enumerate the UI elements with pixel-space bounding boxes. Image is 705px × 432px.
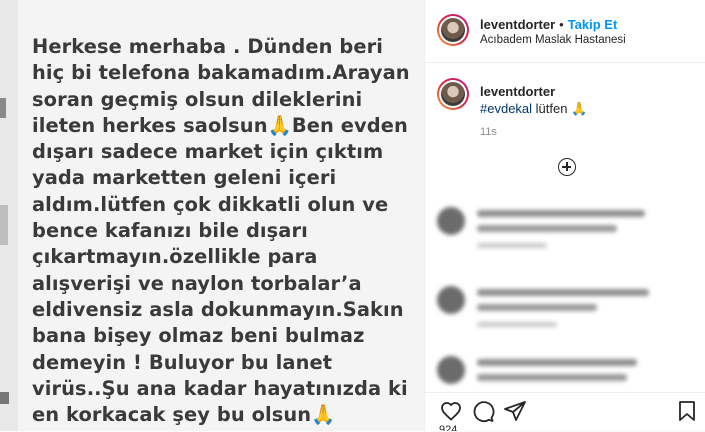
caption-username[interactable]: leventdorter bbox=[480, 84, 555, 99]
post-header: leventdorter • Takip Et Acıbadem Maslak Ha… bbox=[425, 0, 705, 63]
comment-icon[interactable] bbox=[471, 399, 495, 423]
post-image[interactable]: Herkese merhaba . Dünden beri hiç bi tel… bbox=[18, 0, 424, 431]
hashtag-link[interactable]: #evdekal bbox=[480, 101, 532, 116]
post-side-panel: leventdorter • Takip Et Acıbadem Maslak Ha… bbox=[424, 0, 705, 431]
heart-icon[interactable] bbox=[439, 399, 463, 423]
caption-time: 11s bbox=[480, 126, 497, 138]
bookmark-icon[interactable] bbox=[675, 399, 699, 423]
likes-count[interactable]: 924 beğenme bbox=[439, 424, 499, 431]
follow-button[interactable]: Takip Et bbox=[568, 17, 618, 32]
share-icon[interactable] bbox=[503, 399, 527, 423]
background-fragment bbox=[0, 205, 8, 245]
background-page-strip bbox=[0, 0, 18, 431]
profile-avatar[interactable] bbox=[437, 14, 469, 46]
story-text: Herkese merhaba . Dünden beri hiç bi tel… bbox=[32, 35, 410, 427]
caption-text: #evdekal lütfen 🙏 bbox=[480, 101, 587, 117]
caption-avatar[interactable] bbox=[437, 78, 469, 110]
caption-body: lütfen 🙏 bbox=[532, 101, 588, 116]
username-link[interactable]: leventdorter bbox=[480, 17, 555, 32]
background-fragment bbox=[0, 392, 9, 404]
plus-circle-icon[interactable] bbox=[558, 158, 576, 176]
list-item bbox=[425, 282, 705, 342]
background-fragment bbox=[0, 98, 6, 118]
list-item bbox=[425, 203, 705, 263]
separator-dot: • bbox=[559, 17, 564, 32]
avatar bbox=[437, 207, 465, 235]
avatar bbox=[437, 286, 465, 314]
location-link[interactable]: Acıbadem Maslak Hastanesi bbox=[480, 34, 626, 46]
avatar bbox=[437, 356, 465, 384]
